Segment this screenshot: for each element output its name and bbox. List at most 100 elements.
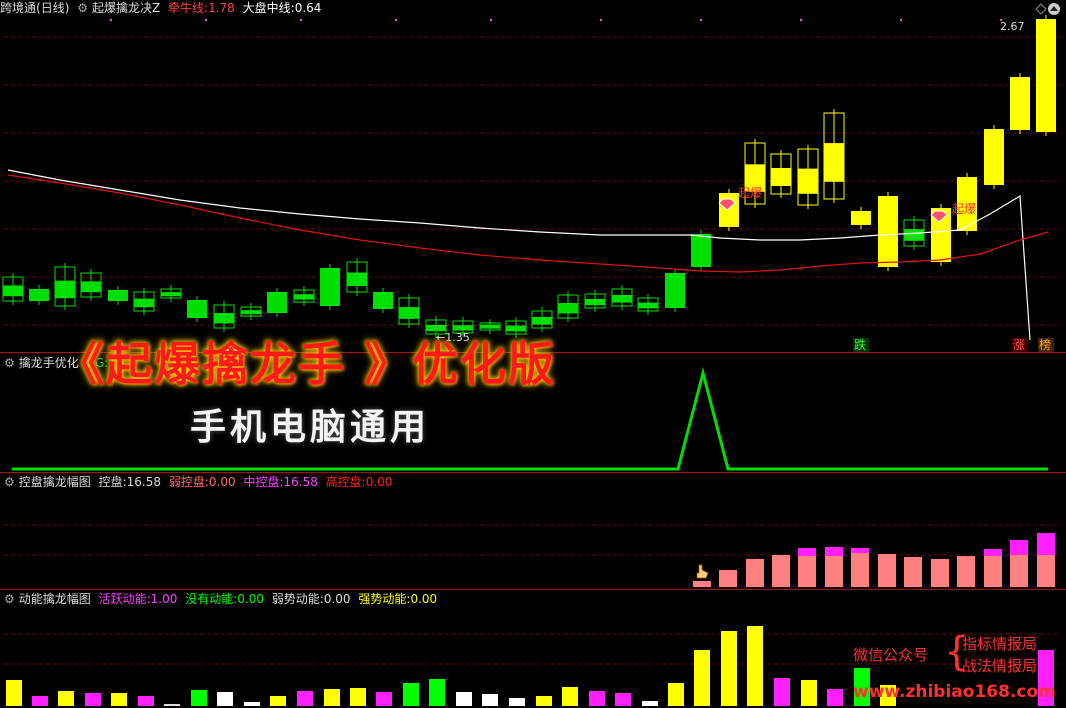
momentum-bar <box>350 688 366 706</box>
momentum-bar <box>244 702 260 706</box>
control-bar <box>746 559 764 587</box>
kline-chart[interactable]: 2.67 ←1.35 起爆 起爆 跌 涨 榜 <box>0 0 1066 352</box>
candle <box>851 207 871 229</box>
signal-label-1: 起爆 <box>738 186 762 200</box>
candle <box>398 294 420 328</box>
active-momentum-value: 1.00 <box>150 592 178 606</box>
candle <box>133 288 155 315</box>
momentum-bar <box>138 696 154 706</box>
control-bar <box>851 548 869 587</box>
candle <box>240 303 262 320</box>
control-bar <box>693 581 711 587</box>
account-name-2: 战法情报局 <box>962 657 1038 675</box>
panel3-header: ⚙ 控盘擒龙幅图 控盘:16.58 弱控盘:0.00 中控盘:16.58 高控盘:… <box>4 474 396 490</box>
control-value: 16.58 <box>126 475 162 489</box>
promo-subtitle: 手机电脑通用 <box>190 407 431 448</box>
control-bar <box>984 549 1002 587</box>
high-control-value: 0.00 <box>365 475 393 489</box>
mid-control-label: 中控盘: <box>243 475 284 489</box>
strong-momentum-label: 强势动能: <box>358 592 411 606</box>
gear-icon[interactable]: ⚙ <box>4 475 15 489</box>
momentum-bar <box>668 683 684 706</box>
momentum-bar <box>324 689 340 706</box>
control-bar <box>825 547 843 587</box>
candle <box>108 286 128 305</box>
momentum-bar <box>191 690 207 706</box>
marker-list: 榜 <box>1039 337 1051 352</box>
momentum-bar <box>694 650 710 706</box>
price-high-label: 2.67 <box>1000 20 1025 33</box>
control-bar <box>719 570 737 587</box>
candle <box>770 150 792 198</box>
account-name-1: 指标情报局 <box>962 635 1038 653</box>
momentum-bar <box>32 696 48 706</box>
candle <box>665 269 685 312</box>
momentum-bar <box>429 679 445 706</box>
mid-control-value: 16.58 <box>283 475 318 489</box>
candle <box>637 294 659 315</box>
gear-icon[interactable]: ⚙ <box>4 356 15 370</box>
momentum-bar <box>589 691 605 706</box>
momentum-bar <box>615 693 631 706</box>
candle <box>54 263 76 310</box>
panel4-header: ⚙ 动能擒龙幅图 活跃动能:1.00 没有动能:0.00 弱势动能:0.00 强势… <box>4 591 441 607</box>
control-bar <box>957 556 975 587</box>
momentum-bar <box>270 696 286 706</box>
control-bar <box>931 559 949 587</box>
candle <box>584 290 606 312</box>
diamond-small-icon <box>1035 3 1047 15</box>
panel3-title: 控盘擒龙幅图 <box>18 475 91 489</box>
candle <box>1036 15 1056 136</box>
weak-momentum-label: 弱势动能: <box>271 592 324 606</box>
candle <box>293 286 315 306</box>
high-control-label: 高控盘: <box>325 475 366 489</box>
candle <box>797 145 819 209</box>
panel-control[interactable]: ⚙ 控盘擒龙幅图 控盘:16.58 弱控盘:0.00 中控盘:16.58 高控盘:… <box>0 473 1066 589</box>
candle <box>187 296 207 322</box>
control-bar <box>904 557 922 587</box>
marker-rise: 涨 <box>1013 337 1025 352</box>
panel4-title: 动能擒龙幅图 <box>18 592 91 606</box>
momentum-bar <box>509 698 525 706</box>
candle <box>80 269 102 301</box>
candle <box>984 125 1004 189</box>
wechat-label: 微信公众号 <box>853 646 929 664</box>
momentum-bar <box>747 626 763 706</box>
momentum-bar <box>642 701 658 706</box>
momentum-bar <box>111 693 127 706</box>
candle <box>320 264 340 310</box>
candle <box>2 273 24 305</box>
strong-momentum-value: 0.00 <box>410 592 438 606</box>
candle <box>611 285 633 310</box>
control-bar <box>878 554 896 587</box>
momentum-bar <box>376 692 392 706</box>
control-bar-chart <box>4 524 1062 587</box>
candle <box>373 288 393 313</box>
promo-banner-title: 《起爆擒龙手 》优化版 <box>58 337 557 391</box>
candle <box>719 189 739 231</box>
momentum-bar <box>58 691 74 706</box>
momentum-bar <box>164 704 180 706</box>
candle <box>878 192 898 271</box>
momentum-bar <box>482 694 498 706</box>
weak-control-label: 弱控盘: <box>168 475 209 489</box>
momentum-bar <box>562 687 578 706</box>
control-bar <box>798 548 816 587</box>
momentum-bar <box>536 696 552 706</box>
momentum-bar <box>403 683 419 706</box>
candle <box>823 109 845 203</box>
candle <box>29 285 49 305</box>
control-bar <box>772 555 790 587</box>
control-bar <box>1010 540 1028 587</box>
momentum-bar <box>774 678 790 706</box>
signal-label-2: 起爆 <box>952 202 976 216</box>
website-watermark: www.zhibiao168.com <box>853 682 1056 702</box>
momentum-bar <box>827 689 843 706</box>
gear-icon[interactable]: ⚙ <box>4 592 15 606</box>
candle <box>160 285 182 302</box>
main-chart-panel[interactable]: 跨境通(日线) ⚙ 起爆擒龙决Z 牵牛线:1.78 大盘中线:0.64 2.67 … <box>0 0 1066 352</box>
momentum-bar <box>801 680 817 706</box>
candle <box>267 288 287 317</box>
control-bar <box>1037 533 1055 587</box>
candle <box>557 291 579 322</box>
